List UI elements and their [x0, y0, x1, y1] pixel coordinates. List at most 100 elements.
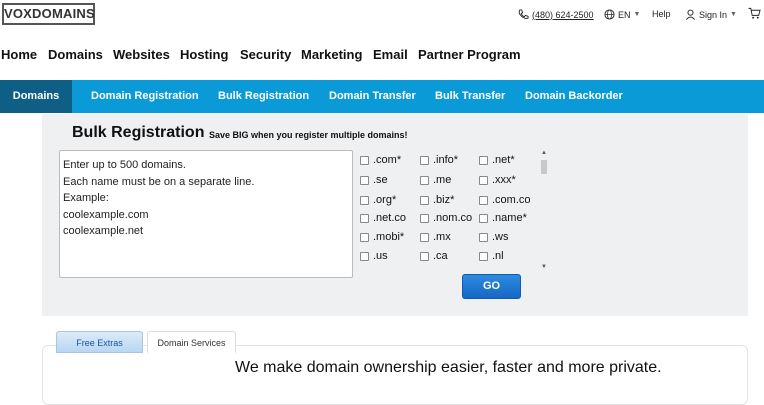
language-label: EN: [618, 9, 631, 20]
textarea-line: Enter up to 500 domains.: [63, 159, 186, 171]
tld-option-org[interactable]: .org*: [360, 194, 396, 206]
tld-label: .mx: [433, 231, 451, 243]
nav-marketing[interactable]: Marketing: [301, 47, 362, 62]
tld-list-scrollbar[interactable]: ▲ ▼: [538, 150, 550, 270]
cart-button[interactable]: [748, 7, 761, 20]
tld-label: .us: [373, 250, 388, 262]
tld-option-mobi[interactable]: .mobi*: [360, 231, 404, 243]
tld-option-nom-co[interactable]: .nom.co: [420, 212, 472, 224]
tld-label: .nl: [492, 250, 504, 262]
subnav-bulk-transfer[interactable]: Bulk Transfer: [435, 80, 505, 113]
checkbox[interactable]: [360, 175, 369, 185]
tld-label: .org*: [373, 194, 397, 206]
checkbox[interactable]: [360, 195, 369, 205]
tld-label: .com.co: [492, 194, 531, 206]
subnav-domain-backorder[interactable]: Domain Backorder: [525, 80, 623, 113]
checkbox[interactable]: [479, 251, 488, 261]
language-selector[interactable]: EN ▼: [604, 9, 640, 20]
tld-option-ws[interactable]: .ws: [479, 231, 509, 243]
scroll-down-icon[interactable]: ▼: [541, 264, 547, 270]
tld-option-name[interactable]: .name*: [479, 212, 527, 224]
tld-option-net-co[interactable]: .net.co: [360, 212, 406, 224]
tld-option-se[interactable]: .se: [360, 174, 388, 186]
domains-subnav: Domains Domain Registration Bulk Registr…: [0, 80, 764, 113]
cart-icon: [748, 7, 761, 19]
nav-security[interactable]: Security: [240, 47, 291, 62]
tld-option-me[interactable]: .me: [420, 174, 451, 186]
checkbox[interactable]: [420, 213, 429, 223]
tld-label: .ws: [492, 231, 509, 243]
checkbox[interactable]: [479, 213, 488, 223]
tld-option-com-co[interactable]: .com.co: [479, 194, 531, 206]
nav-partner-program[interactable]: Partner Program: [418, 47, 521, 62]
checkbox[interactable]: [360, 232, 369, 242]
checkbox[interactable]: [479, 155, 488, 165]
tld-label: .me: [433, 174, 452, 186]
nav-home[interactable]: Home: [1, 47, 37, 62]
nav-email[interactable]: Email: [373, 47, 408, 62]
checkbox[interactable]: [420, 155, 429, 165]
phone-number: (480) 624-2500: [532, 9, 594, 20]
tld-option-net[interactable]: .net*: [479, 154, 515, 166]
subnav-domain-transfer[interactable]: Domain Transfer: [329, 80, 416, 113]
tab-free-extras[interactable]: Free Extras: [56, 331, 143, 353]
tld-label: .ca: [433, 250, 448, 262]
tld-option-us[interactable]: .us: [360, 250, 388, 262]
go-button[interactable]: GO: [462, 274, 521, 299]
tld-label: .nom.co: [433, 212, 473, 224]
tld-option-com[interactable]: .com*: [360, 154, 401, 166]
card-headline: We make domain ownership easier, faster …: [235, 359, 662, 376]
tld-label: .se: [373, 174, 388, 186]
nav-hosting[interactable]: Hosting: [180, 47, 228, 62]
scroll-up-icon[interactable]: ▲: [541, 150, 547, 156]
subnav-bulk-registration[interactable]: Bulk Registration: [218, 80, 309, 113]
tld-label: .com*: [373, 154, 402, 166]
tld-label: .name*: [492, 212, 527, 224]
top-bar: VOXDOMAINS (480) 624-2500 EN ▼ Help Sign…: [0, 0, 764, 32]
textarea-line: Example:: [63, 192, 109, 204]
scroll-thumb[interactable]: [541, 160, 547, 174]
sign-in-label: Sign In: [699, 9, 728, 20]
checkbox[interactable]: [420, 251, 429, 261]
checkbox[interactable]: [479, 195, 488, 205]
sign-in-button[interactable]: Sign In ▼: [685, 9, 737, 20]
chevron-down-icon: ▼: [730, 11, 737, 18]
user-icon: [686, 9, 695, 20]
phone-icon: [518, 9, 529, 19]
textarea-line: Each name must be on a separate line.: [63, 175, 255, 188]
subnav-domain-registration[interactable]: Domain Registration: [91, 80, 199, 113]
checkbox[interactable]: [420, 195, 429, 205]
site-logo[interactable]: VOXDOMAINS: [2, 3, 95, 25]
tld-option-ca[interactable]: .ca: [420, 250, 448, 262]
tld-option-xxx[interactable]: .xxx*: [479, 174, 516, 186]
tld-option-info[interactable]: .info*: [420, 154, 458, 166]
domains-textarea[interactable]: Enter up to 500 domains. Each name must …: [59, 150, 353, 278]
tab-domain-services[interactable]: Domain Services: [147, 331, 236, 353]
checkbox[interactable]: [479, 232, 488, 242]
tld-label: .net.co: [373, 212, 407, 224]
checkbox[interactable]: [360, 251, 369, 261]
help-link[interactable]: Help: [652, 9, 671, 19]
phone-link[interactable]: (480) 624-2500: [518, 9, 594, 20]
globe-icon: [604, 9, 615, 20]
chevron-down-icon: ▼: [633, 11, 641, 18]
tld-label: .net*: [492, 154, 515, 166]
nav-websites[interactable]: Websites: [113, 47, 170, 62]
tld-label: .info*: [433, 154, 459, 166]
checkbox[interactable]: [420, 175, 429, 185]
textarea-line: coolexample.com: [63, 208, 149, 221]
checkbox[interactable]: [420, 232, 429, 242]
help-label: Help: [652, 9, 671, 19]
subnav-domains-active[interactable]: Domains: [0, 80, 72, 113]
checkbox[interactable]: [479, 175, 488, 185]
checkbox[interactable]: [360, 213, 369, 223]
textarea-line: coolexample.net: [63, 225, 144, 237]
tld-option-nl[interactable]: .nl: [479, 250, 504, 262]
tld-option-biz[interactable]: .biz*: [420, 194, 454, 206]
checkbox[interactable]: [360, 155, 369, 165]
tld-option-mx[interactable]: .mx: [420, 231, 451, 243]
page-title: Bulk Registration: [72, 124, 205, 141]
nav-domains[interactable]: Domains: [48, 47, 103, 62]
tld-label: .mobi*: [373, 231, 405, 243]
tld-label: .biz*: [433, 194, 455, 206]
